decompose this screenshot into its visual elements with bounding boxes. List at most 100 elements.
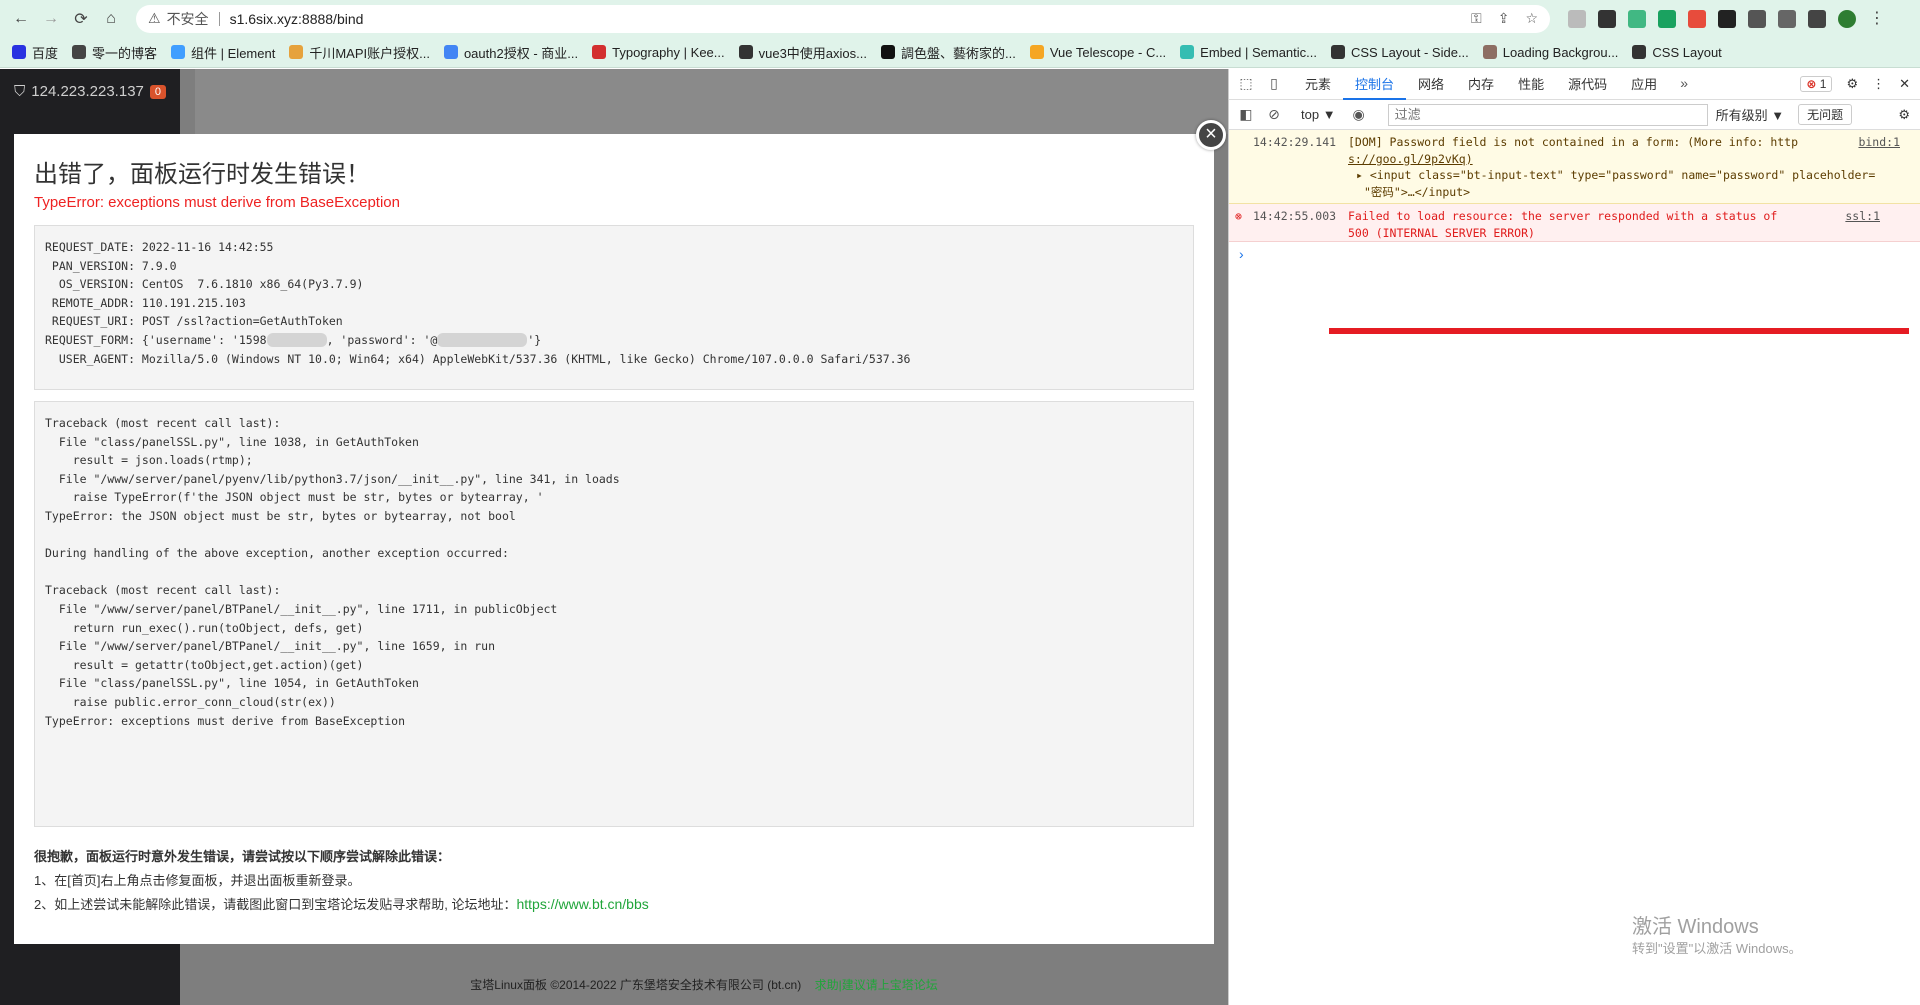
extension-icon[interactable] xyxy=(1748,9,1766,28)
sidepanel-icon[interactable] xyxy=(1808,9,1826,28)
devtools-panel: ⬚ ▯ 元素 控制台 网络 内存 性能 源代码 应用 » ⊗ 1 ⚙ ⋮ ✕ ◧ ⊘ top… xyxy=(1228,69,1920,1005)
tab-5[interactable]: 源代码 xyxy=(1556,69,1619,100)
bookmark-icon xyxy=(1180,45,1195,59)
bookmark-item[interactable]: vue3中使用axios... xyxy=(738,43,867,62)
bookmark-item[interactable]: Embed | Semantic... xyxy=(1180,45,1317,60)
issues-button[interactable]: 无问题 xyxy=(1798,104,1853,125)
bookmark-item[interactable]: CSS Layout - Side... xyxy=(1331,45,1469,60)
server-ip[interactable]: ⛉ 124.223.223.137 0 xyxy=(14,83,167,100)
warn-link[interactable]: s://goo.gl/9p2vKq) xyxy=(1253,151,1914,168)
request-form: REQUEST_FORM: {'username': '1598, 'passw… xyxy=(45,332,542,348)
bookmark-icon xyxy=(1029,45,1044,59)
console-settings-icon[interactable]: ⚙ xyxy=(1898,107,1910,123)
eye-icon[interactable]: ◉ xyxy=(1350,106,1368,124)
bookmark-item[interactable]: Loading Backgrou... xyxy=(1482,44,1619,60)
key-icon[interactable]: ⚿ xyxy=(1471,10,1482,27)
forum-link[interactable]: 求助|建议请上宝塔论坛 xyxy=(815,978,938,992)
dom-node[interactable]: ▸ <input class="bt-input-text" type="pas… xyxy=(1253,167,1914,184)
reload-icon[interactable]: ⟳ xyxy=(68,6,94,32)
bookmark-icon xyxy=(443,45,458,59)
puzzle-icon[interactable] xyxy=(1778,9,1796,28)
bookmark-icon xyxy=(289,45,304,59)
back-icon[interactable]: ← xyxy=(8,6,34,32)
close-icon[interactable]: × xyxy=(1196,120,1226,150)
bookmark-item[interactable]: 零一的博客 xyxy=(72,43,157,62)
inspect-icon[interactable]: ⬚ xyxy=(1237,75,1255,93)
bookmark-label: Loading Backgrou... xyxy=(1502,44,1619,60)
bookmark-item[interactable]: oauth2授权 - 商业... xyxy=(443,43,578,62)
bookmark-label: 百度 xyxy=(32,45,59,61)
notification-badge[interactable]: 0 xyxy=(149,84,167,99)
bookmark-item[interactable]: 千川MAPI账户授权... xyxy=(289,43,430,62)
error-message: TypeError: exceptions must derive from B… xyxy=(34,194,400,211)
request-line: OS_VERSION: CentOS 7.6.1810 x86_64(Py3.7… xyxy=(45,277,364,292)
vue-icon[interactable] xyxy=(1628,9,1646,28)
filter-input[interactable] xyxy=(1387,103,1708,126)
annotation-bar xyxy=(1329,328,1909,334)
bookmark-icon xyxy=(1482,45,1497,59)
close-devtools-icon[interactable]: ✕ xyxy=(1899,76,1910,92)
footer: 宝塔Linux面板 ©2014-2022 广东堡塔安全技术有限公司 (bt.cn… xyxy=(180,976,1228,993)
bookmark-label: 調色盤、藝術家的... xyxy=(900,45,1016,61)
traceback: Traceback (most recent call last): File … xyxy=(34,401,1194,827)
activation-watermark-sub: 转到"设置"以激活 Windows。 xyxy=(1632,941,1802,956)
levels-select[interactable]: 所有级别 ▼ xyxy=(1716,105,1785,124)
forward-icon[interactable]: → xyxy=(38,6,64,32)
console-toolbar: ◧ ⊘ top ▼ ◉ 所有级别 ▼ 无问题 ⚙ xyxy=(1229,100,1920,130)
settings-icon[interactable]: ⚙ xyxy=(1846,76,1858,92)
star-icon[interactable]: ☆ xyxy=(1525,10,1538,27)
bookmark-icon xyxy=(880,45,895,59)
bookmark-icon xyxy=(592,45,607,59)
error-count-badge[interactable]: ⊗ 1 xyxy=(1800,76,1833,92)
menu-icon[interactable]: ⋮ xyxy=(1868,10,1886,28)
console-prompt[interactable]: › xyxy=(1229,242,1920,266)
sorry-text: 很抱歉，面板运行时意外发生错误，请尝试按以下顺序尝试解除此错误： xyxy=(34,849,451,864)
angular-icon[interactable] xyxy=(1598,9,1616,28)
insecure-label: 不安全 xyxy=(166,10,209,27)
bookmark-item[interactable]: Vue Telescope - C... xyxy=(1029,44,1167,60)
bookmark-label: CSS Layout - Side... xyxy=(1351,44,1469,60)
more-tabs-icon[interactable]: » xyxy=(1675,75,1693,93)
bookmark-icon xyxy=(738,45,753,59)
tab-2[interactable]: 网络 xyxy=(1406,69,1456,100)
bookmark-item[interactable]: 组件 | Element xyxy=(171,43,275,62)
console-warning: 14:42:29.141 [DOM] Password field is not … xyxy=(1229,130,1920,204)
console-error: ⊗ 14:42:55.003 Failed to load resource: t… xyxy=(1229,204,1920,242)
tab-0[interactable]: 元素 xyxy=(1293,69,1343,100)
avatar[interactable] xyxy=(1838,9,1856,28)
sidebar-toggle-icon[interactable]: ◧ xyxy=(1237,106,1255,124)
context-select[interactable]: top ▼ xyxy=(1301,107,1336,122)
tab-6[interactable]: 应用 xyxy=(1619,69,1669,100)
source-link[interactable]: bind:1 xyxy=(1858,134,1900,151)
bookmark-item[interactable]: 調色盤、藝術家的... xyxy=(880,43,1016,62)
bookmark-label: Vue Telescope - C... xyxy=(1049,44,1167,60)
extension-icon[interactable] xyxy=(1688,9,1706,28)
modal-title: 出错了，面板运行时发生错误！ xyxy=(34,161,370,188)
kebab-menu-icon[interactable]: ⋮ xyxy=(1872,76,1885,92)
request-line: PAN_VERSION: 7.9.0 xyxy=(45,258,177,273)
share-icon[interactable]: ⇪ xyxy=(1498,10,1510,27)
redacted-username xyxy=(266,333,327,348)
device-icon[interactable]: ▯ xyxy=(1265,75,1283,93)
tab-4[interactable]: 性能 xyxy=(1506,69,1556,100)
address-bar[interactable]: ⚠ 不安全 s1.6six.xyz:8888/bind ⚿ ⇪ ☆ xyxy=(136,4,1550,33)
clear-console-icon[interactable]: ⊘ xyxy=(1265,106,1283,124)
forum-url-link[interactable]: https://www.bt.cn/bbs xyxy=(516,896,648,912)
bookmark-item[interactable]: CSS Layout xyxy=(1632,45,1722,60)
bookmark-label: 千川MAPI账户授权... xyxy=(309,45,430,61)
request-lines: REQUEST_DATE: 2022-11-16 14:42:55 PAN_VE… xyxy=(45,238,1183,331)
source-link[interactable]: ssl:1 xyxy=(1845,208,1880,225)
bookmark-label: vue3中使用axios... xyxy=(758,45,867,61)
bookmark-item[interactable]: 百度 xyxy=(12,43,58,62)
extension-icon[interactable] xyxy=(1568,9,1586,28)
bookmark-item[interactable]: Typography | Kee... xyxy=(592,45,725,60)
extension-icon[interactable] xyxy=(1718,9,1736,28)
request-line: REMOTE_ADDR: 110.191.215.103 xyxy=(45,295,246,310)
bookmark-label: Embed | Semantic... xyxy=(1200,44,1317,60)
home-icon[interactable]: ⌂ xyxy=(98,6,124,32)
footer-text: 宝塔Linux面板 ©2014-2022 广东堡塔安全技术有限公司 (bt.cn… xyxy=(470,978,802,992)
extension-icon[interactable] xyxy=(1658,9,1676,28)
tab-1[interactable]: 控制台 xyxy=(1343,69,1407,100)
tab-3[interactable]: 内存 xyxy=(1456,69,1506,100)
dom-node-end: "密码">…</input> xyxy=(1364,184,1471,199)
